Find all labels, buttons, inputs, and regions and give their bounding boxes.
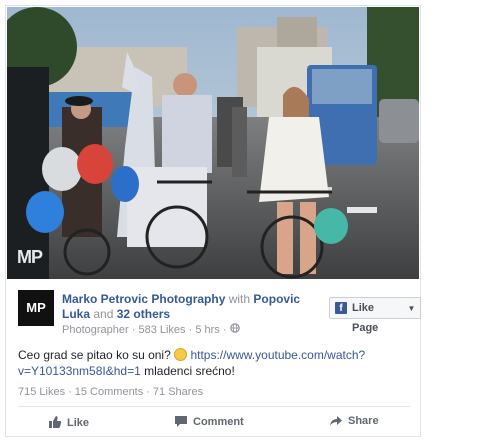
chevron-down-icon: ▼ (407, 304, 416, 313)
avatar[interactable]: MP (18, 290, 54, 326)
page-category: Photographer (62, 324, 129, 336)
share-label: Share (348, 415, 379, 427)
like-page-button[interactable]: f Like Page (329, 297, 404, 334)
actions-divider (18, 406, 410, 407)
like-label: Like (67, 417, 90, 429)
globe-icon (229, 323, 240, 336)
photo-watermark: MP (17, 247, 43, 267)
post-photo[interactable]: MP (7, 7, 419, 279)
with-text: with (228, 292, 251, 306)
post-authors: Marko Petrovic Photography with Popovic … (62, 292, 320, 322)
post-text-before: Ceo grad se pitao ko su oni? (18, 348, 171, 362)
likes-count[interactable]: 715 Likes (18, 386, 65, 398)
post-header: MP Marko Petrovic Photography with Popov… (18, 290, 421, 340)
thumbs-up-icon (48, 415, 62, 432)
shares-count[interactable]: 71 Shares (153, 386, 203, 398)
page-likes-count: 583 Likes (138, 324, 186, 336)
post-text: Ceo grad se pitao ko su oni? https://www… (18, 347, 410, 379)
comment-button[interactable]: Comment (174, 415, 244, 431)
post-stats: 715 Likes · 15 Comments · 71 Shares (18, 386, 204, 398)
and-text: and (93, 307, 114, 321)
post-options-button[interactable]: ▼ (403, 297, 421, 319)
share-arrow-icon (329, 415, 343, 430)
comments-count[interactable]: 15 Comments (75, 386, 143, 398)
post-actions: Like Comment Share (18, 412, 410, 434)
comment-icon (174, 415, 188, 431)
post-time[interactable]: 5 hrs (195, 324, 219, 336)
post-text-after: mladenci srećno! (144, 364, 235, 378)
share-button[interactable]: Share (329, 415, 379, 430)
smiley-emoji-icon (174, 348, 188, 361)
like-page-label: Like Page (352, 302, 379, 334)
post-card: MP MP Marko Petrovic Photography with Po… (5, 5, 421, 437)
comment-label: Comment (193, 416, 244, 428)
page-name-link[interactable]: Marko Petrovic Photography (62, 292, 225, 306)
others-link[interactable]: 32 others (117, 307, 170, 321)
facebook-logo-icon: f (335, 302, 347, 314)
post-meta: Photographer · 583 Likes · 5 hrs · (62, 323, 240, 336)
photo-image (7, 7, 419, 279)
like-button[interactable]: Like (48, 415, 89, 432)
